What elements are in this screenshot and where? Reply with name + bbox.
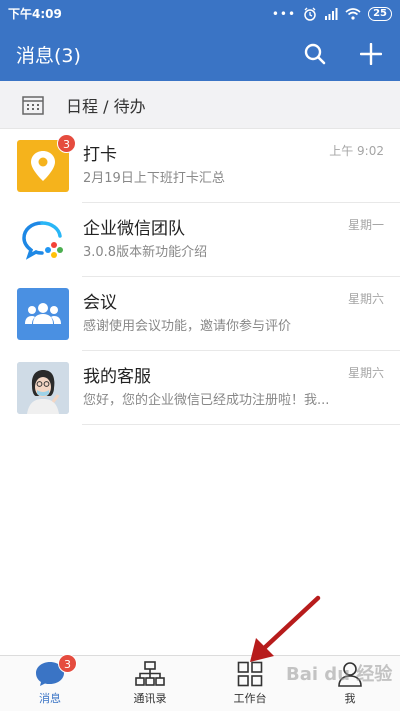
plus-icon — [360, 43, 382, 65]
message-item-punch[interactable]: 3 打卡 2月19日上下班打卡汇总 上午 9:02 — [0, 129, 400, 203]
tab-contacts[interactable]: 通讯录 — [100, 656, 200, 711]
message-title: 我的客服 — [83, 367, 151, 387]
signal-icon — [325, 7, 338, 20]
message-title: 企业微信团队 — [83, 219, 185, 239]
message-time: 星期一 — [347, 218, 384, 232]
battery-indicator: 25 — [368, 6, 392, 21]
people-icon — [17, 288, 69, 340]
tab-label: 工作台 — [233, 692, 267, 705]
alarm-icon — [304, 7, 316, 21]
message-item-customer-service[interactable]: 我的客服 您好，您的企业微信已经成功注册啦！我... 星期六 — [0, 351, 400, 425]
wecom-logo-icon — [17, 214, 69, 266]
status-time: 下午4:09 — [8, 7, 62, 21]
search-button[interactable] — [302, 41, 328, 67]
message-preview: 2月19日上下班打卡汇总 — [83, 171, 225, 186]
message-time: 星期六 — [347, 366, 384, 380]
page-title: 消息(3) — [16, 44, 81, 67]
message-item-meeting[interactable]: 会议 感谢使用会议功能，邀请你参与评价 星期六 — [0, 277, 400, 351]
message-preview: 您好，您的企业微信已经成功注册啦！我... — [83, 393, 330, 408]
search-icon — [304, 43, 326, 65]
tab-label: 消息 — [39, 692, 61, 705]
more-dots-icon: ••• — [271, 6, 297, 21]
baidu-watermark: Bai du 经验 — [286, 664, 393, 685]
grid-icon — [235, 660, 265, 688]
schedule-todo-bar[interactable]: 日程 / 待办 — [0, 81, 400, 129]
add-button[interactable] — [358, 41, 384, 67]
message-time: 星期六 — [347, 292, 384, 306]
message-time: 上午 9:02 — [329, 144, 384, 158]
message-item-wecom-team[interactable]: 企业微信团队 3.0.8版本新功能介绍 星期一 — [0, 203, 400, 277]
message-preview: 感谢使用会议功能，邀请你参与评价 — [83, 319, 292, 334]
tab-messages[interactable]: 3 消息 — [0, 654, 100, 711]
unread-badge: 3 — [57, 134, 76, 153]
tab-label: 我 — [344, 692, 356, 705]
org-chart-icon — [135, 660, 165, 688]
wifi-icon — [345, 7, 361, 20]
app-header: 消息(3) — [0, 27, 400, 81]
chat-bubble-icon: 3 — [35, 654, 77, 688]
message-preview: 3.0.8版本新功能介绍 — [83, 245, 208, 260]
tab-workbench[interactable]: 工作台 — [200, 656, 300, 711]
tab-label: 通讯录 — [133, 692, 167, 705]
schedule-label: 日程 / 待办 — [66, 96, 146, 116]
customer-service-avatar — [17, 362, 69, 414]
unread-badge: 3 — [58, 654, 77, 673]
message-title: 会议 — [83, 293, 117, 313]
message-list: 3 打卡 2月19日上下班打卡汇总 上午 9:02 企业微信团队 3.0.8版本… — [0, 129, 400, 425]
status-bar: 下午4:09 ••• 25 — [0, 0, 400, 27]
status-icons: ••• 25 — [271, 6, 392, 21]
calendar-icon — [22, 95, 44, 115]
